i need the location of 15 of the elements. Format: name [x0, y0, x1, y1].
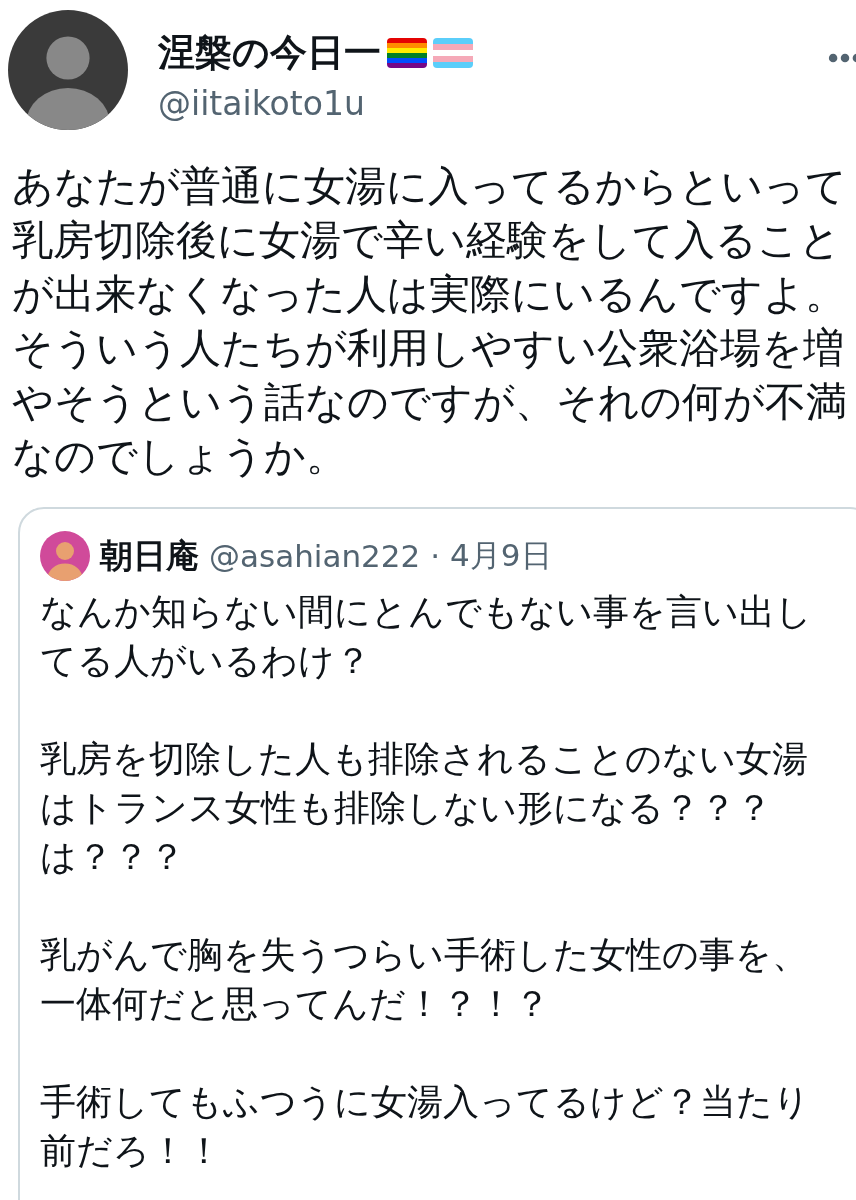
author-handle: @iitaikoto1u [158, 84, 366, 123]
quoted-tweet-text: 乳がんで胸を失うつらい手術した女性の事を、一体何だと思ってんだ！？！？ [40, 932, 809, 1027]
quoted-tweet-date: 4月9日 [450, 536, 552, 575]
quoted-tweet-text: は？？？ [40, 834, 186, 880]
quoted-author-handle: @asahian222 [209, 538, 421, 574]
quoted-tweet-text: 手術してもふつうに女湯入ってるけど？当たり前だろ！！ [40, 1079, 811, 1174]
more-icon[interactable] [828, 52, 856, 64]
striped-flag-icon [433, 38, 473, 68]
tweet-text: あなたが普通に女湯に入ってるからといって乳房切除後に女湯で辛い経験をして入ることが出来なくなった人は実際にいるんですよ。そういう人たちが利用しやすい公衆浴場を増やそうという話なのですが、それの何が不満なのでしょうか。 [12, 161, 848, 482]
quoted-tweet-text: 乳房を切除した人も排除されることのない女湯はトランス女性も排除しない形になる？？？ [40, 736, 809, 831]
quoted-tweet-text: なんか知らない間にとんでもない事を言い出してる人がいるわけ？ [40, 589, 813, 684]
quoted-author-name: 朝日庵 [100, 534, 199, 577]
separator-dot: · [430, 538, 441, 574]
author-name: 涅槃の今日一 [158, 30, 381, 76]
rainbow-flag-icon [387, 38, 427, 68]
